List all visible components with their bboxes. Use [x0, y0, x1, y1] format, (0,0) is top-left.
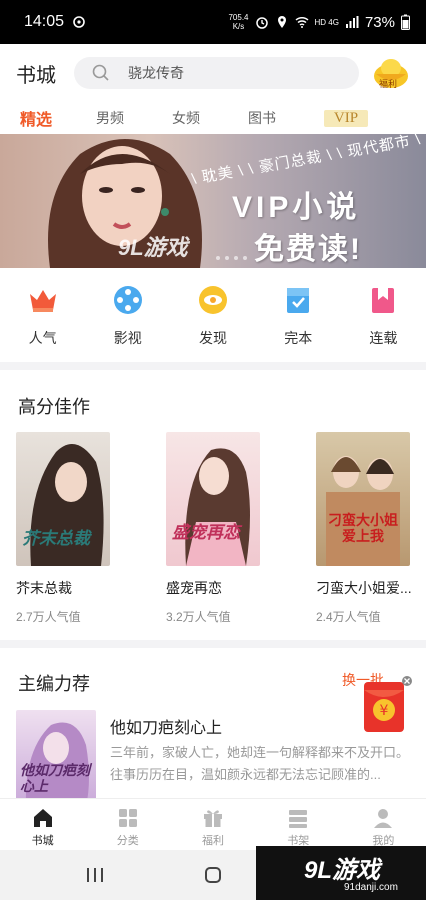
- site-watermark: 9L游戏 91danji.com: [256, 846, 426, 900]
- search-placeholder: 骁龙传奇: [128, 65, 184, 81]
- alarm-icon: [255, 17, 268, 29]
- red-envelope-icon: ¥: [364, 676, 412, 732]
- banner-tags: \ 耽美 \ \ 豪门总裁 \ \ 现代都市 \: [190, 134, 423, 189]
- grid-icon: [118, 809, 137, 827]
- promo-banner[interactable]: \ 耽美 \ \ 豪门总裁 \ \ 现代都市 \ VIP小说 免费读! 9L游戏: [0, 134, 426, 268]
- section-divider: [0, 640, 426, 648]
- bookshelf-icon: [289, 810, 308, 828]
- book-popularity: 2.4万人气值: [316, 610, 381, 624]
- nav-label: 分类: [116, 835, 139, 847]
- nav-category[interactable]: 分类: [85, 799, 170, 850]
- battery-icon: [401, 14, 410, 30]
- cover-title: 刁蛮大小姐爱上我: [328, 512, 398, 544]
- nav-mine[interactable]: 我的: [341, 799, 426, 850]
- watermark-url: 91danji.com: [344, 882, 398, 893]
- person-icon: [374, 809, 393, 828]
- book-cover: 刁蛮大小姐爱上我: [316, 432, 410, 566]
- tab-featured[interactable]: 精选: [20, 106, 96, 130]
- book-cover: 芥末总裁: [16, 432, 110, 566]
- banner-watermark: 9L游戏: [118, 235, 188, 260]
- category-discover[interactable]: 发现: [170, 278, 255, 358]
- recent-apps-button[interactable]: [86, 867, 104, 883]
- book-popularity: 2.7万人气值: [16, 610, 81, 624]
- cover-title: 芥末总裁: [22, 529, 90, 548]
- tab-books[interactable]: 图书: [248, 108, 324, 128]
- category-label: 影视: [113, 330, 142, 346]
- section-divider: [0, 362, 426, 370]
- page-title: 书城: [16, 64, 56, 87]
- app-header: 书城 骁龙传奇 福利: [0, 44, 426, 102]
- nav-label: 福利: [202, 835, 224, 847]
- category-finished[interactable]: 完本: [256, 278, 341, 358]
- home-icon: [33, 809, 52, 827]
- category-label: 连载: [369, 330, 398, 346]
- film-reel-icon: [113, 286, 142, 314]
- nav-label: 书城: [31, 835, 54, 847]
- book-title: 盛宠再恋: [166, 580, 222, 596]
- home-button[interactable]: [204, 866, 222, 884]
- book-popularity: 3.2万人气值: [166, 610, 231, 624]
- channel-tabs: 精选 男频 女频 图书 VIP: [0, 102, 426, 134]
- banner-headline: VIP小说: [232, 191, 361, 224]
- status-bar: 14:05 705.4 K/s HD 4G 73%: [0, 0, 426, 44]
- section-title-editor-rec: 主编力荐: [18, 674, 90, 694]
- category-film[interactable]: 影视: [85, 278, 170, 358]
- sync-icon: [73, 16, 85, 28]
- rec-book-cover[interactable]: 他如刀疤刻心上: [16, 710, 96, 806]
- net-speed: 705.4 K/s: [228, 13, 249, 31]
- book-title: 刁蛮大小姐爱...: [316, 580, 412, 596]
- category-label: 完本: [284, 330, 313, 346]
- nav-welfare[interactable]: 福利: [170, 799, 255, 850]
- tab-female[interactable]: 女频: [172, 108, 248, 128]
- status-time: 14:05: [24, 13, 65, 30]
- search-input[interactable]: 骁龙传奇: [74, 57, 359, 89]
- book-title: 芥末总裁: [16, 580, 72, 596]
- svg-text:¥: ¥: [380, 703, 389, 719]
- signal-icon: [345, 16, 359, 28]
- red-packet-float[interactable]: ¥: [360, 676, 420, 736]
- search-icon: [92, 64, 109, 81]
- section-title-high-score: 高分佳作: [18, 397, 90, 417]
- cover-title: 他如刀疤刻心上: [20, 762, 90, 794]
- battery-level: 73%: [364, 13, 395, 31]
- category-label: 人气: [28, 330, 57, 346]
- finished-book-icon: [287, 288, 310, 313]
- book-card[interactable]: 盛宠再恋 盛宠再恋 3.2万人气值: [166, 432, 262, 625]
- wifi-icon: [295, 16, 309, 28]
- category-serial[interactable]: 连载: [341, 278, 426, 358]
- tab-vip[interactable]: VIP: [324, 109, 368, 127]
- category-row: 人气 影视 发现 完本 连载: [0, 278, 426, 358]
- watermark-logo: 9L游戏: [304, 857, 381, 884]
- discover-icon: [199, 286, 227, 314]
- banner-subheadline: 免费读!: [254, 233, 362, 266]
- carousel-dots: [216, 256, 247, 260]
- bottom-nav: 书城 分类 福利 书架 我的: [0, 798, 426, 850]
- rec-book-description: 三年前，家破人亡，她却连一句解释都来不及开口。往事历历在目，温如颜永远都无法忘记…: [110, 745, 410, 782]
- cover-title: 盛宠再恋: [172, 523, 240, 542]
- nav-bookshelf[interactable]: 书架: [256, 799, 341, 850]
- welfare-label: 福利: [379, 79, 398, 89]
- rec-book-title[interactable]: 他如刀疤刻心上: [110, 714, 222, 738]
- tab-male[interactable]: 男频: [96, 108, 172, 128]
- category-popular[interactable]: 人气: [0, 278, 85, 358]
- nav-bookstore[interactable]: 书城: [0, 799, 85, 850]
- gift-icon: [204, 810, 222, 827]
- network-type: HD 4G: [314, 17, 339, 27]
- location-icon: [277, 16, 286, 28]
- welfare-button[interactable]: 福利: [372, 54, 410, 92]
- bookmark-icon: [372, 288, 395, 313]
- book-card[interactable]: 芥末总裁 芥末总裁 2.7万人气值: [16, 432, 112, 625]
- book-card[interactable]: 刁蛮大小姐爱上我 刁蛮大小姐爱... 2.4万人气值: [316, 432, 412, 625]
- book-cover: 盛宠再恋: [166, 432, 260, 566]
- category-label: 发现: [199, 330, 227, 346]
- crown-icon: [29, 290, 56, 312]
